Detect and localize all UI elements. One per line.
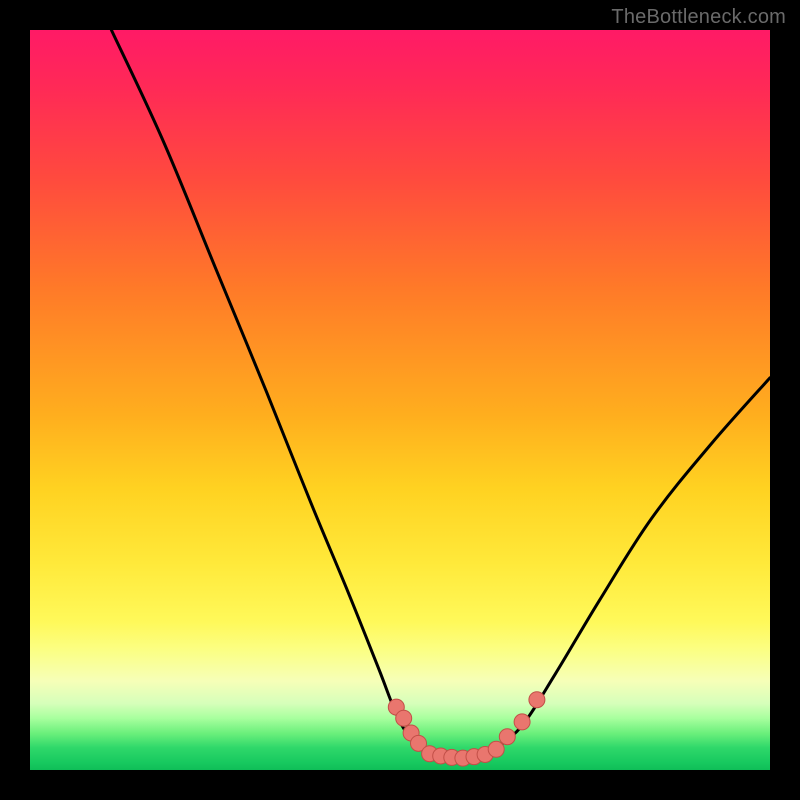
- watermark-label: TheBottleneck.com: [611, 6, 786, 29]
- chart-frame: TheBottleneck.com: [0, 0, 800, 800]
- marker-right_cluster_3: [529, 692, 545, 708]
- marker-right_cluster_1: [499, 729, 515, 745]
- marker-right_cluster_2: [514, 714, 530, 730]
- curve-left_curve: [111, 30, 437, 753]
- plot-area: [30, 30, 770, 770]
- chart-svg: [30, 30, 770, 770]
- marker-group: [388, 692, 545, 766]
- curve-group: [111, 30, 770, 758]
- marker-left_cluster_1b: [396, 710, 412, 726]
- marker-bottom_g: [488, 741, 504, 757]
